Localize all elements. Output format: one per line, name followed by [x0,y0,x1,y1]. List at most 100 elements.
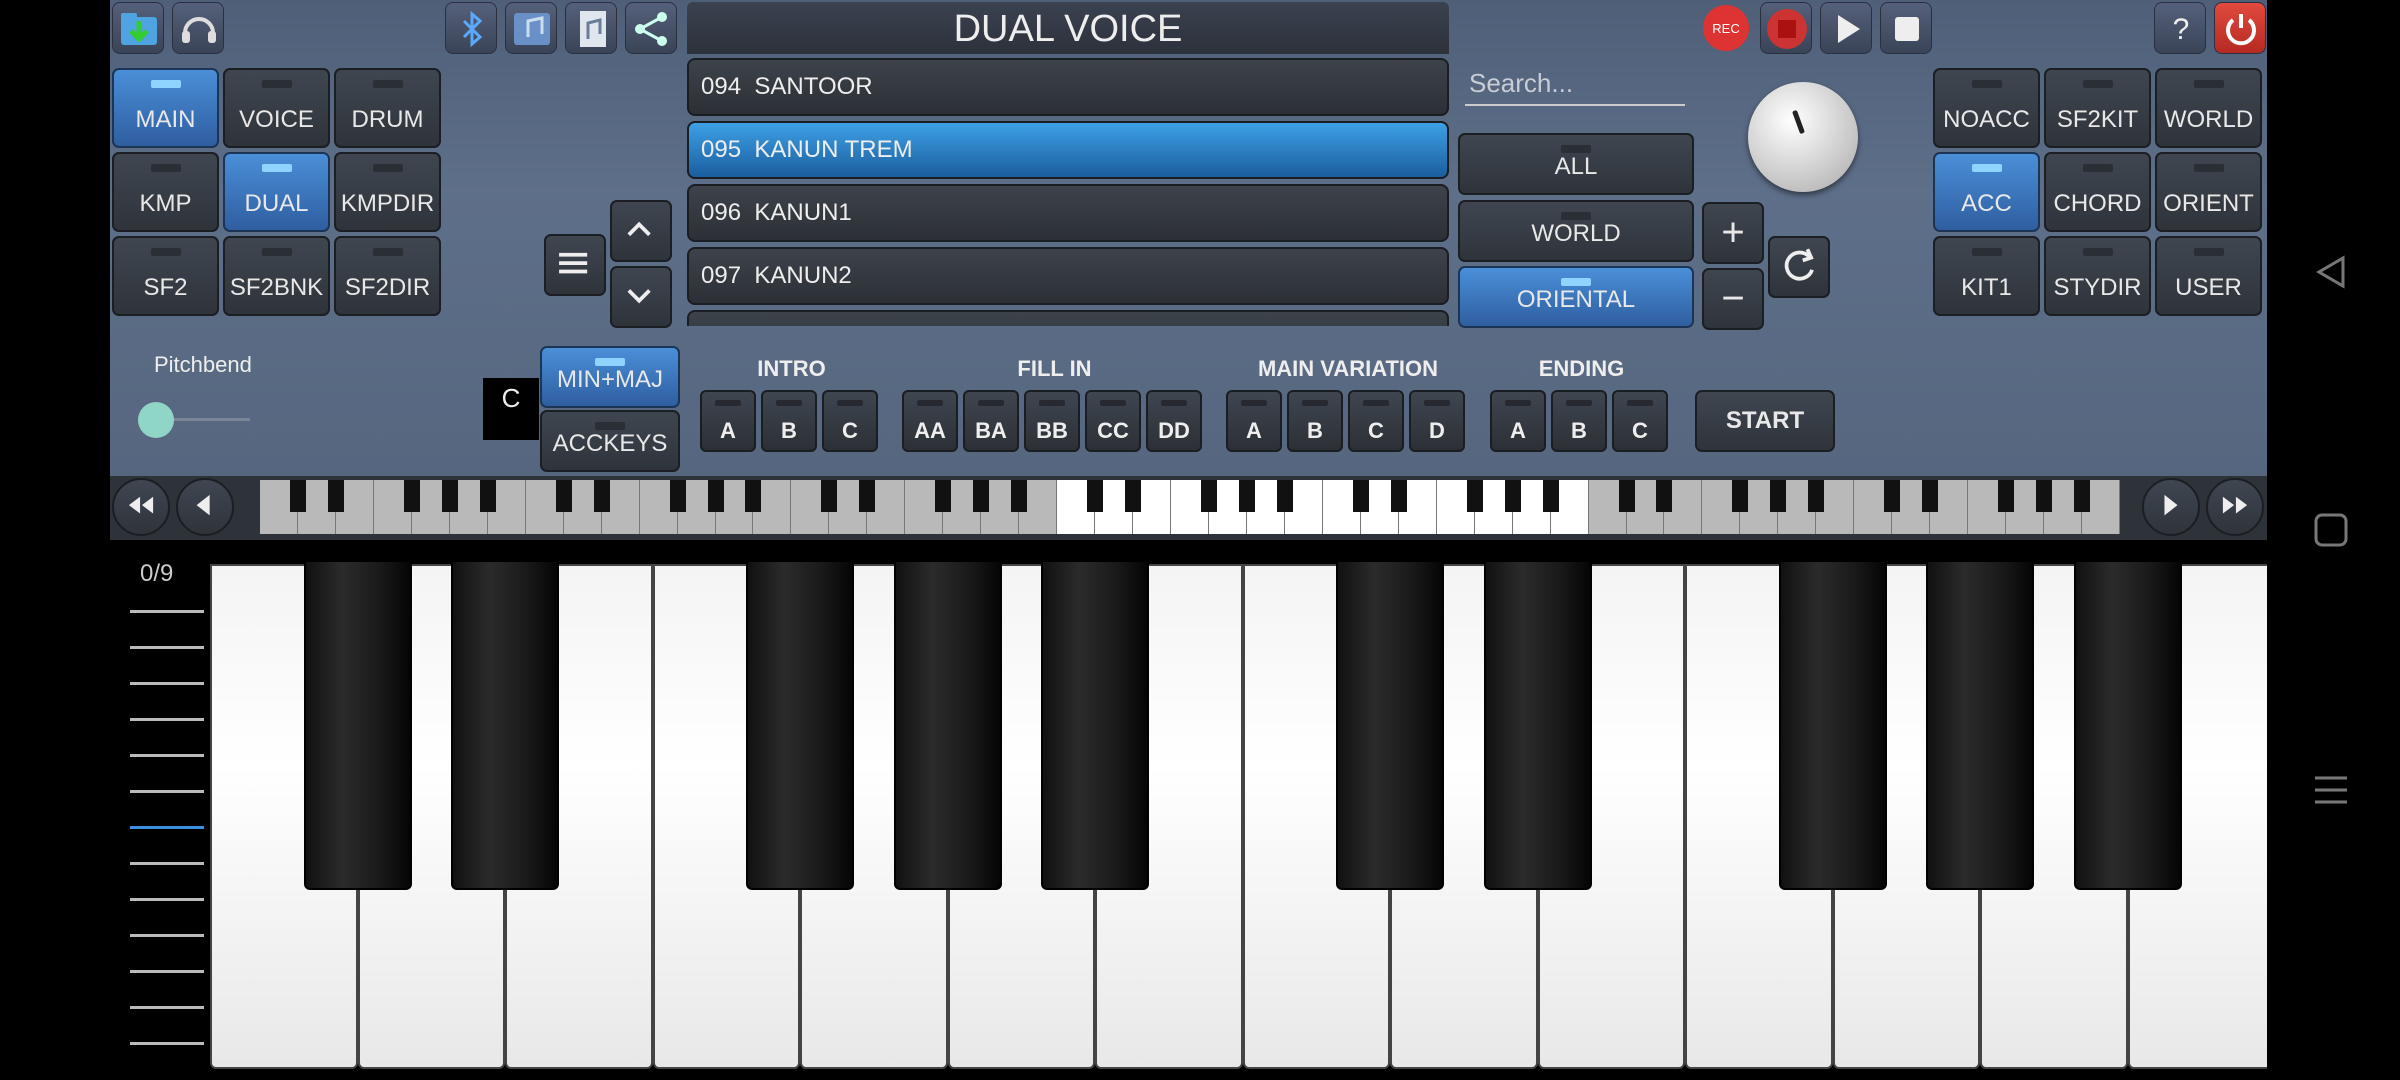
scroll-up-button[interactable] [610,200,672,262]
scroll-down-button[interactable] [610,266,672,328]
menu-lines-icon[interactable] [2311,770,2351,810]
velocity-slider[interactable] [120,604,204,1074]
minmaj-button[interactable]: MIN+MAJ [540,346,680,408]
headset-icon[interactable] [172,2,224,54]
mini-keyboard[interactable] [260,480,2120,536]
style-button-user[interactable]: USER [2155,236,2262,316]
folder-download-icon[interactable] [112,2,164,54]
led-indicator [715,400,741,406]
octave-counter: 0/9 [140,560,174,587]
slider-tick [130,1006,204,1009]
ending-button-b[interactable]: B [1551,390,1607,452]
list-item[interactable]: 096 KANUN1 [687,184,1449,242]
led-indicator [2193,248,2224,256]
fill-button-dd[interactable]: DD [1146,390,1202,452]
plus-icon: + [1721,210,1745,255]
mode-button-sf2bnk[interactable]: SF2BNK [223,236,330,316]
previous-octave-button[interactable] [176,478,234,536]
main-button-a[interactable]: A [1226,390,1282,452]
reset-button[interactable] [1768,236,1830,298]
style-button-world[interactable]: WORLD [2155,68,2262,148]
intro-button-b[interactable]: B [761,390,817,452]
black-key[interactable] [1926,560,2034,890]
fill-button-aa[interactable]: AA [902,390,958,452]
style-button-stydir[interactable]: STYDIR [2044,236,2151,316]
list-item[interactable] [687,310,1449,326]
pitchbend-handle[interactable] [138,402,174,438]
black-key[interactable] [1778,560,1887,890]
song-file-icon[interactable] [565,2,617,54]
mode-button-sf2dir[interactable]: SF2DIR [334,236,441,316]
keyboard-navigator[interactable] [110,476,2267,540]
mode-button-kmpdir[interactable]: KMPDIR [334,152,441,232]
forward-octave-button[interactable] [2206,478,2264,536]
style-button-noacc[interactable]: NOACC [1933,68,2040,148]
voice-list[interactable]: 094 SANTOOR 095 KANUN TREM 096 KANUN1 09… [687,58,1449,326]
intro-button-c[interactable]: C [822,390,878,452]
main-button-c[interactable]: C [1348,390,1404,452]
style-button-chord[interactable]: CHORD [2044,152,2151,232]
mode-button-drum[interactable]: DRUM [334,68,441,148]
black-key[interactable] [2073,560,2182,890]
volume-knob[interactable] [1748,82,1858,192]
chevron-down-icon [627,289,651,304]
help-icon[interactable]: ? [2154,2,2206,54]
filter-world-button[interactable]: WORLD [1458,200,1694,262]
list-item[interactable]: 094 SANTOOR [687,58,1449,116]
black-key[interactable] [1483,560,1592,890]
bluetooth-icon[interactable] [445,2,497,54]
share-icon[interactable] [625,2,677,54]
style-button-acc[interactable]: ACC [1933,152,2040,232]
style-button-sf2kit[interactable]: SF2KIT [2044,68,2151,148]
fill-button-bb[interactable]: BB [1024,390,1080,452]
menu-button[interactable] [544,234,606,296]
ending-button-c[interactable]: C [1612,390,1668,452]
black-key[interactable] [1041,560,1149,890]
stop-icon[interactable] [1880,2,1932,54]
style-button-orient[interactable]: ORIENT [2155,152,2262,232]
filter-oriental-button[interactable]: ORIENTAL [1458,266,1694,328]
acckeys-button[interactable]: ACCKEYS [540,410,680,472]
black-key[interactable] [893,560,1002,890]
mini-black-key [1542,480,1559,512]
mode-button-main[interactable]: MAIN [112,68,219,148]
back-icon[interactable] [2311,252,2351,292]
music-note-icon[interactable] [505,2,557,54]
button-label: AA [914,418,946,443]
mode-button-dual[interactable]: DUAL [223,152,330,232]
home-square-icon[interactable] [2311,510,2351,550]
ending-button-a[interactable]: A [1490,390,1546,452]
black-key[interactable] [746,560,854,890]
led-indicator [978,400,1004,406]
power-icon[interactable] [2214,2,2266,54]
page-title: DUAL VOICE [953,8,1183,50]
black-key[interactable] [1336,560,1444,890]
record-button[interactable]: REC [1700,2,1752,54]
fill-button-ba[interactable]: BA [963,390,1019,452]
main-button-d[interactable]: D [1409,390,1465,452]
led-indicator [1561,278,1591,286]
filter-all-button[interactable]: ALL [1458,133,1694,195]
intro-button-a[interactable]: A [700,390,756,452]
fill-button-cc[interactable]: CC [1085,390,1141,452]
key-display: C [483,378,539,440]
next-octave-button[interactable] [2142,478,2200,536]
minus-button[interactable]: − [1702,268,1764,330]
plus-button[interactable]: + [1702,202,1764,264]
style-button-kit1[interactable]: KIT1 [1933,236,2040,316]
main-button-b[interactable]: B [1287,390,1343,452]
stop-record-icon[interactable] [1760,2,1812,54]
list-item[interactable]: 097 KANUN2 [687,247,1449,305]
rewind-octave-button[interactable] [112,478,170,536]
black-key[interactable] [303,560,412,890]
search-input[interactable] [1465,62,1685,106]
mode-button-kmp[interactable]: KMP [112,152,219,232]
list-item-selected[interactable]: 095 KANUN TREM [687,121,1449,179]
piano-keyboard[interactable]: 0/9 [110,560,2267,1080]
voice-number: 094 [701,73,742,100]
mode-button-sf2[interactable]: SF2 [112,236,219,316]
mode-button-voice[interactable]: VOICE [223,68,330,148]
play-icon[interactable] [1820,2,1872,54]
start-button[interactable]: START [1695,390,1835,452]
black-key[interactable] [451,560,559,890]
